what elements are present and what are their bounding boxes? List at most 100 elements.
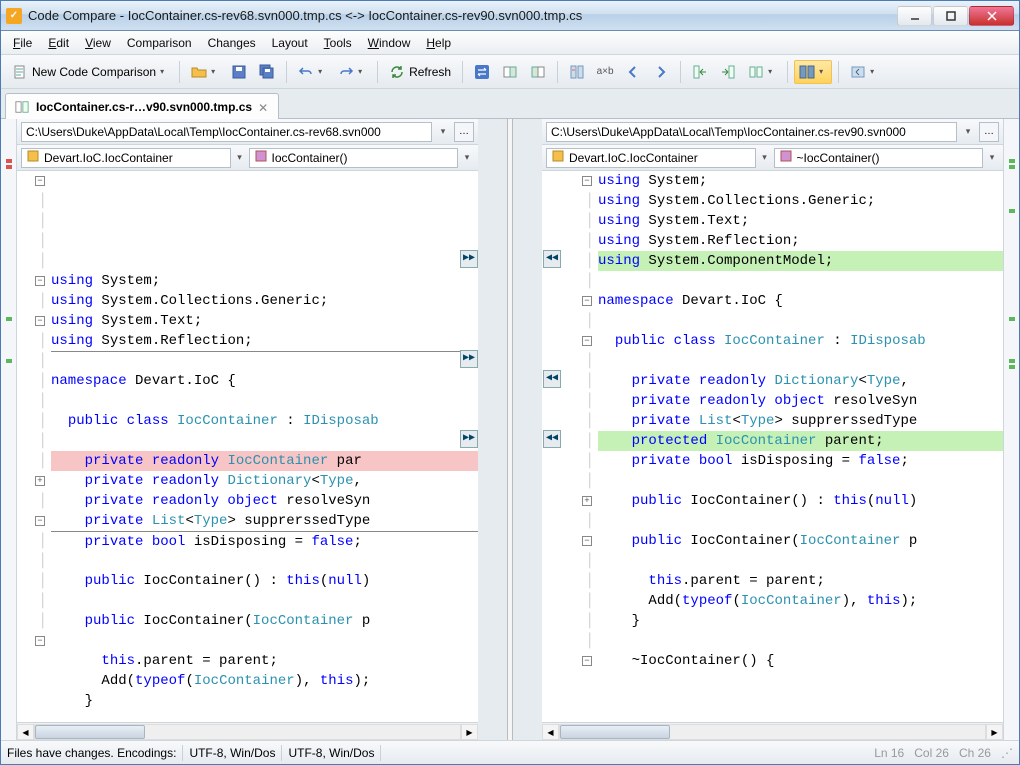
- code-line[interactable]: [51, 351, 478, 371]
- fold-gutter[interactable]: −│││││−│−│││││││+│−│││││−: [564, 171, 598, 722]
- left-path-input[interactable]: C:\Users\Duke\AppData\Local\Temp\IocCont…: [21, 122, 432, 142]
- code-line[interactable]: [598, 471, 1003, 491]
- nav-diff-button[interactable]: [564, 60, 590, 84]
- tab-close-button[interactable]: ✕: [258, 101, 270, 113]
- dropdown-icon[interactable]: ▾: [758, 152, 772, 163]
- left-editor[interactable]: −││││−│−│││││││+│−│││││− ▶▶ ▶▶ ▶▶ using …: [17, 171, 478, 740]
- resize-grip-icon[interactable]: ⋰: [1001, 746, 1013, 760]
- code-line[interactable]: [598, 351, 1003, 371]
- next-diff-button[interactable]: [648, 60, 674, 84]
- scrollbar-horizontal[interactable]: ◀ ▶: [17, 722, 478, 740]
- path-dropdown-icon[interactable]: ▾: [436, 126, 450, 137]
- titlebar[interactable]: ✓ Code Compare - IocContainer.cs-rev68.s…: [1, 1, 1019, 31]
- expand-button[interactable]: ▾: [845, 60, 883, 84]
- code-line[interactable]: using System.Text;: [51, 311, 478, 331]
- dropdown-icon[interactable]: ▾: [233, 152, 247, 163]
- code-line[interactable]: using System;: [598, 171, 1003, 191]
- code-line[interactable]: public IocContainer(IocContainer p: [51, 611, 478, 631]
- close-button[interactable]: [969, 6, 1014, 26]
- code-line[interactable]: namespace Devart.IoC {: [598, 291, 1003, 311]
- browse-button[interactable]: …: [454, 122, 474, 142]
- code-line[interactable]: }: [598, 611, 1003, 631]
- text-diff-button[interactable]: a×b: [592, 60, 618, 84]
- dropdown-icon[interactable]: ▾: [985, 152, 999, 163]
- scroll-left-icon[interactable]: ◀: [17, 724, 34, 740]
- code-line[interactable]: this.parent = parent;: [51, 651, 478, 671]
- swap-button[interactable]: [469, 60, 495, 84]
- merge-left-arrow-button[interactable]: ◀◀: [543, 370, 561, 388]
- code-line[interactable]: this.parent = parent;: [598, 571, 1003, 591]
- code-line[interactable]: private readonly Dictionary<Type,: [598, 371, 1003, 391]
- save-all-button[interactable]: [254, 60, 280, 84]
- code-line[interactable]: [51, 591, 478, 611]
- code-line[interactable]: public IocContainer(IocContainer p: [598, 531, 1003, 551]
- code-line[interactable]: using System.Reflection;: [51, 331, 478, 351]
- open-button[interactable]: ▾: [186, 60, 224, 84]
- scroll-right-icon[interactable]: ▶: [986, 724, 1003, 740]
- code-line[interactable]: private readonly object resolveSyn: [598, 391, 1003, 411]
- code-line[interactable]: Add(typeof(IocContainer), this);: [598, 591, 1003, 611]
- code-line[interactable]: private bool isDisposing = false;: [51, 531, 478, 551]
- left-namespace-combo[interactable]: Devart.IoC.IocContainer: [21, 148, 231, 168]
- code-line[interactable]: private bool isDisposing = false;: [598, 451, 1003, 471]
- menu-window[interactable]: Window: [360, 33, 419, 53]
- merge-right-arrow-button[interactable]: ▶▶: [460, 350, 478, 368]
- code-line[interactable]: [598, 271, 1003, 291]
- layout-vertical-button[interactable]: ▾: [794, 60, 832, 84]
- save-button[interactable]: [226, 60, 252, 84]
- copy-right-button[interactable]: [525, 60, 551, 84]
- code-line[interactable]: [51, 391, 478, 411]
- prev-diff-button[interactable]: [620, 60, 646, 84]
- code-line[interactable]: Add(typeof(IocContainer), this);: [51, 671, 478, 691]
- menu-comparison[interactable]: Comparison: [119, 33, 200, 53]
- code-line[interactable]: using System.Reflection;: [598, 231, 1003, 251]
- menu-tools[interactable]: Tools: [316, 33, 360, 53]
- left-method-combo[interactable]: IocContainer(): [249, 148, 459, 168]
- code-line[interactable]: private List<Type> supprerssedType: [598, 411, 1003, 431]
- copy-left-button[interactable]: [497, 60, 523, 84]
- code-line[interactable]: private readonly object resolveSyn: [51, 491, 478, 511]
- code-line[interactable]: private readonly IocContainer par: [51, 451, 478, 471]
- code-line[interactable]: }: [51, 691, 478, 711]
- code-line[interactable]: [51, 711, 478, 722]
- minimize-button[interactable]: [897, 6, 932, 26]
- code-line[interactable]: [598, 631, 1003, 651]
- menu-file[interactable]: File: [5, 33, 40, 53]
- code-line[interactable]: using System.ComponentModel;: [598, 251, 1003, 271]
- right-namespace-combo[interactable]: Devart.IoC.IocContainer: [546, 148, 756, 168]
- right-method-combo[interactable]: ~IocContainer(): [774, 148, 984, 168]
- menu-changes[interactable]: Changes: [200, 33, 264, 53]
- code-line[interactable]: public IocContainer() : this(null): [598, 491, 1003, 511]
- code-line[interactable]: using System.Collections.Generic;: [598, 191, 1003, 211]
- menu-layout[interactable]: Layout: [264, 33, 316, 53]
- maximize-button[interactable]: [933, 6, 968, 26]
- menu-help[interactable]: Help: [418, 33, 459, 53]
- merge-left-button[interactable]: [687, 60, 713, 84]
- code-line[interactable]: [51, 431, 478, 451]
- code-line[interactable]: public class IocContainer : IDisposab: [51, 411, 478, 431]
- overview-ruler-right[interactable]: [1003, 119, 1019, 740]
- code-line[interactable]: ~IocContainer() {: [598, 651, 1003, 671]
- overview-ruler-left[interactable]: [1, 119, 17, 740]
- new-comparison-button[interactable]: New Code Comparison ▾: [7, 60, 173, 84]
- merge-right-button[interactable]: [715, 60, 741, 84]
- menu-view[interactable]: View: [77, 33, 119, 53]
- menu-edit[interactable]: Edit: [40, 33, 77, 53]
- code-line[interactable]: private List<Type> supprerssedType: [51, 511, 478, 531]
- document-tab[interactable]: IocContainer.cs-r…v90.svn000.tmp.cs ✕: [5, 93, 279, 119]
- merge-left-arrow-button[interactable]: ◀◀: [543, 430, 561, 448]
- code-line[interactable]: public IocContainer() : this(null): [51, 571, 478, 591]
- redo-button[interactable]: ▾: [333, 60, 371, 84]
- code-line[interactable]: [598, 551, 1003, 571]
- undo-button[interactable]: ▾: [293, 60, 331, 84]
- dropdown-icon[interactable]: ▾: [460, 152, 474, 163]
- refresh-button[interactable]: Refresh: [384, 60, 456, 84]
- code-line[interactable]: using System.Text;: [598, 211, 1003, 231]
- merge-left-arrow-button[interactable]: ◀◀: [543, 250, 561, 268]
- merge-right-arrow-button[interactable]: ▶▶: [460, 430, 478, 448]
- code-line[interactable]: private readonly Dictionary<Type,: [51, 471, 478, 491]
- code-body[interactable]: ▶▶ ▶▶ ▶▶ using System;using System.Colle…: [51, 171, 478, 722]
- diff-link-area[interactable]: [478, 119, 542, 740]
- code-line[interactable]: using System.Collections.Generic;: [51, 291, 478, 311]
- code-line[interactable]: namespace Devart.IoC {: [51, 371, 478, 391]
